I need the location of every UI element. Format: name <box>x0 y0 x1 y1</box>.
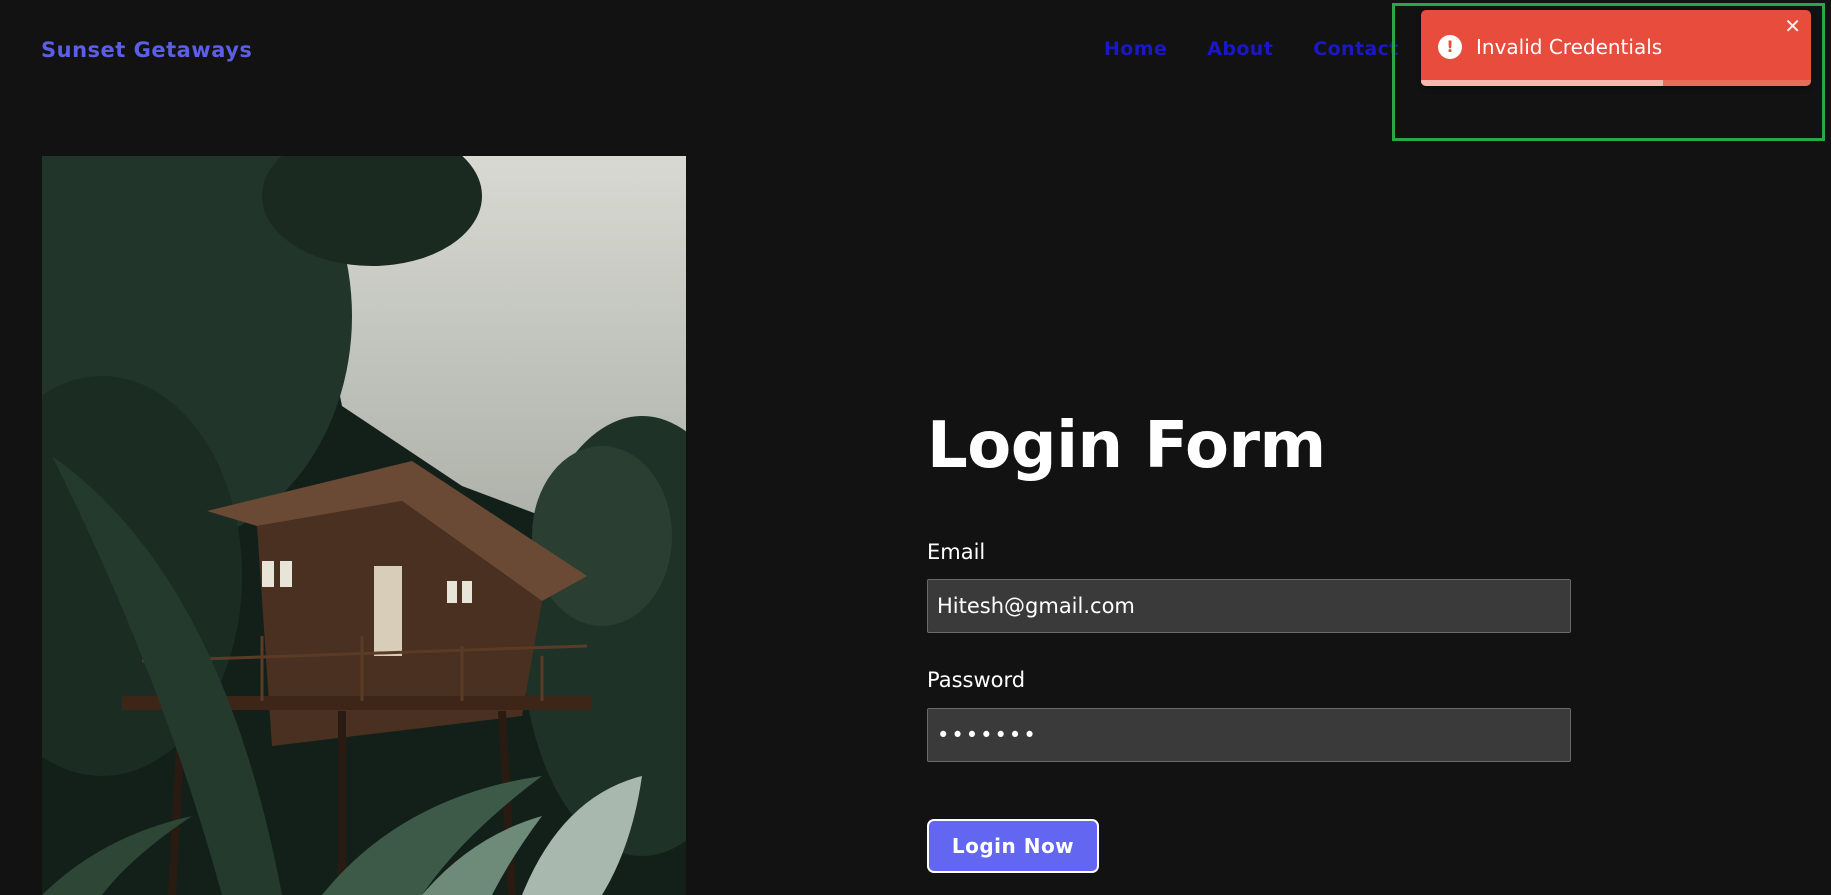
page-title: Login Form <box>927 409 1326 483</box>
toast-message: Invalid Credentials <box>1476 35 1663 59</box>
main-nav: Home About Contact <box>1104 38 1439 60</box>
toast-progress-track <box>1421 80 1811 86</box>
brand-logo-text[interactable]: Sunset Getaways <box>41 38 252 62</box>
error-icon: ! <box>1438 35 1462 59</box>
login-button[interactable]: Login Now <box>927 819 1099 873</box>
email-label: Email <box>927 540 986 564</box>
email-field[interactable] <box>927 579 1571 633</box>
password-field[interactable] <box>927 708 1571 762</box>
nav-link-about[interactable]: About <box>1207 38 1273 60</box>
password-label: Password <box>927 668 1026 692</box>
treehouse-illustration <box>42 156 686 895</box>
treehouse-photo <box>42 156 686 895</box>
nav-link-contact[interactable]: Contact <box>1313 38 1399 60</box>
error-toast[interactable]: ! Invalid Credentials ✕ <box>1421 10 1811 86</box>
close-icon[interactable]: ✕ <box>1784 16 1801 36</box>
nav-link-home[interactable]: Home <box>1104 38 1167 60</box>
toast-progress-bar <box>1421 80 1663 86</box>
